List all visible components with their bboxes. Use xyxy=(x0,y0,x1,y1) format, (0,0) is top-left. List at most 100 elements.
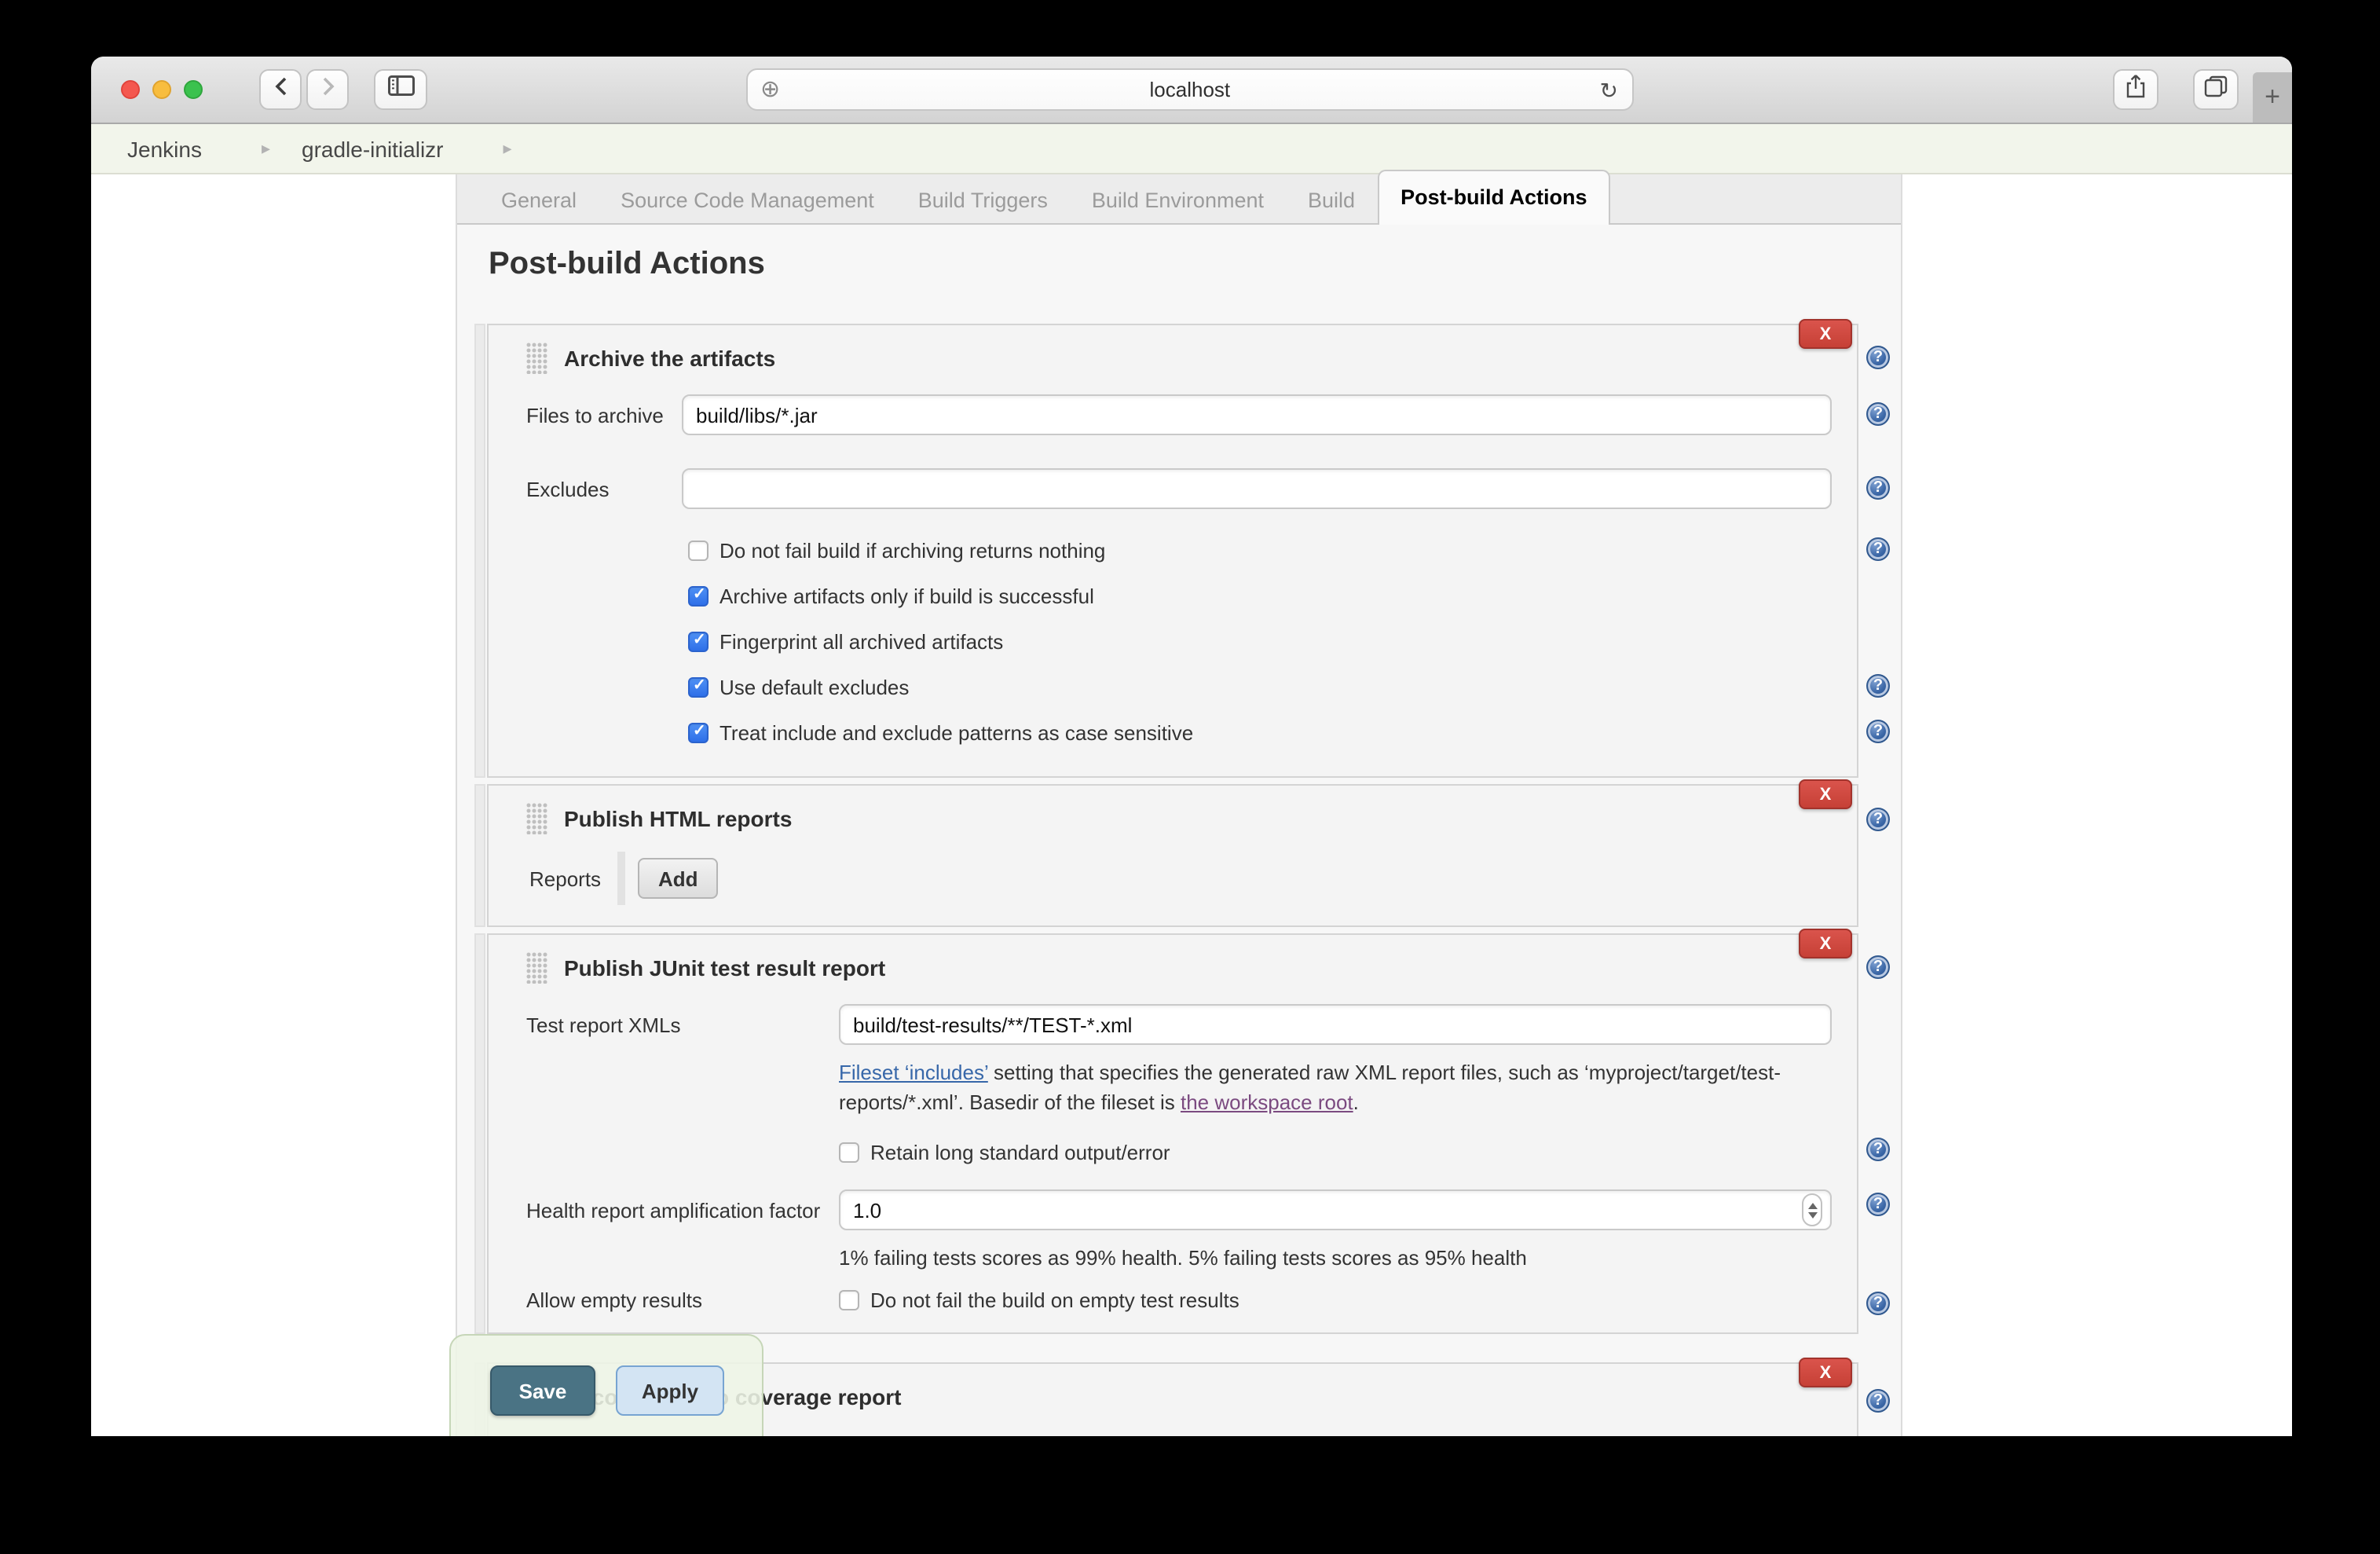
help-icon[interactable]: ? xyxy=(1866,402,1890,426)
config-tabs: General Source Code Management Build Tri… xyxy=(457,174,1901,225)
retain-long-output-checkbox[interactable] xyxy=(839,1142,859,1162)
help-icon[interactable]: ? xyxy=(1866,346,1890,369)
fingerprint-artifacts-checkbox[interactable] xyxy=(688,632,709,652)
fileset-includes-link[interactable]: Fileset ‘includes’ xyxy=(839,1061,988,1084)
checkbox-row: Do not fail build if archiving returns n… xyxy=(688,528,1832,574)
files-to-archive-input[interactable]: build/libs/*.jar xyxy=(682,394,1832,435)
share-icon xyxy=(2126,73,2146,106)
do-not-fail-build-checkbox[interactable] xyxy=(688,541,709,561)
add-report-button[interactable]: Add xyxy=(638,858,719,899)
test-report-xmls-label: Test report XMLs xyxy=(526,1013,839,1036)
help-icon[interactable]: ? xyxy=(1866,674,1890,698)
tab-post-build-actions[interactable]: Post-build Actions xyxy=(1377,170,1611,225)
config-panel: General Source Code Management Build Tri… xyxy=(456,174,1902,1436)
drag-stripe[interactable] xyxy=(474,324,485,778)
help-icon[interactable]: ? xyxy=(1866,1193,1890,1216)
help-icon[interactable]: ? xyxy=(1866,476,1890,500)
plus-icon: + xyxy=(2265,82,2280,113)
drag-handle-icon[interactable] xyxy=(526,343,548,374)
remove-junit-section-button[interactable]: X xyxy=(1799,929,1852,958)
new-tab-button[interactable]: + xyxy=(2253,72,2292,123)
nav-buttons xyxy=(259,69,427,110)
page-title: Post-build Actions xyxy=(489,247,1901,283)
section-publish-html-reports: X Publish HTML reports Reports Add xyxy=(474,784,1888,927)
tab-build-triggers[interactable]: Build Triggers xyxy=(896,178,1070,223)
tabs-overview-icon xyxy=(2204,75,2228,104)
save-button[interactable]: Save xyxy=(490,1365,595,1416)
fileset-help-text: Fileset ‘includes’ setting that specifie… xyxy=(839,1057,1852,1117)
health-factor-input[interactable]: 1.0 xyxy=(839,1189,1832,1230)
workspace-root-link[interactable]: the workspace root xyxy=(1181,1090,1353,1114)
address-bar[interactable]: ⊕ localhost ↻ xyxy=(746,68,1634,111)
apply-button[interactable]: Apply xyxy=(616,1365,724,1416)
section-title: Publish JUnit test result report xyxy=(564,955,885,980)
show-tabs-button[interactable] xyxy=(2193,69,2239,110)
reports-label: Reports xyxy=(529,867,617,890)
help-icon[interactable]: ? xyxy=(1866,1138,1890,1161)
back-icon xyxy=(274,75,287,104)
checkbox-row: Use default excludes xyxy=(688,665,1832,710)
drag-handle-icon[interactable] xyxy=(526,952,548,984)
forward-button[interactable] xyxy=(306,69,349,110)
url-text: localhost xyxy=(780,78,1599,101)
tab-general[interactable]: General xyxy=(479,178,599,223)
section-title: Publish HTML reports xyxy=(564,806,792,831)
checkbox-row: Fingerprint all archived artifacts xyxy=(688,619,1832,665)
help-icon[interactable]: ? xyxy=(1866,720,1890,743)
breadcrumb-jenkins[interactable]: Jenkins xyxy=(127,136,202,161)
excludes-input[interactable] xyxy=(682,468,1832,509)
post-build-sections: X Archive the artifacts Files to archive… xyxy=(474,324,1901,1436)
sidebar-toggle-button[interactable] xyxy=(374,69,427,110)
save-apply-overlay: Save Apply xyxy=(449,1334,763,1436)
breadcrumb-job[interactable]: gradle-initializr xyxy=(302,136,444,161)
excludes-label: Excludes xyxy=(526,477,682,500)
titlebar-right-buttons: + xyxy=(2113,57,2292,123)
breadcrumb: Jenkins ▸ gradle-initializr ▸ xyxy=(91,124,2292,174)
browser-window: ⊕ localhost ↻ + Jenkins ▸ gradle-initial… xyxy=(91,57,2292,1436)
close-window-button[interactable] xyxy=(121,80,140,99)
browser-titlebar: ⊕ localhost ↻ + xyxy=(91,57,2292,124)
share-button[interactable] xyxy=(2113,69,2158,110)
help-icon[interactable]: ? xyxy=(1866,1292,1890,1315)
reader-icon[interactable]: ⊕ xyxy=(760,78,780,101)
do-not-fail-on-empty-checkbox[interactable] xyxy=(839,1290,859,1310)
case-sensitive-patterns-checkbox[interactable] xyxy=(688,723,709,743)
stepper-down-icon xyxy=(1807,1211,1817,1218)
stepper-up-icon xyxy=(1807,1202,1817,1208)
drag-stripe[interactable] xyxy=(474,933,485,1334)
back-button[interactable] xyxy=(259,69,302,110)
help-icon[interactable]: ? xyxy=(1866,955,1890,979)
drag-handle-icon[interactable] xyxy=(526,803,548,834)
chevron-right-icon: ▸ xyxy=(262,138,270,159)
health-factor-note: 1% failing tests scores as 99% health. 5… xyxy=(839,1246,1832,1270)
zoom-window-button[interactable] xyxy=(184,80,203,99)
checkbox-row: Archive artifacts only if build is succe… xyxy=(688,574,1832,619)
tab-build[interactable]: Build xyxy=(1286,178,1377,223)
section-title: Archive the artifacts xyxy=(564,346,775,371)
checkbox-row: Treat include and exclude patterns as ca… xyxy=(688,710,1832,756)
archive-only-if-successful-checkbox[interactable] xyxy=(688,586,709,607)
sidebar-icon xyxy=(387,75,414,104)
chevron-right-icon: ▸ xyxy=(503,138,512,159)
refresh-icon[interactable]: ↻ xyxy=(1600,79,1618,101)
minimize-window-button[interactable] xyxy=(152,80,171,99)
tab-source-code-management[interactable]: Source Code Management xyxy=(599,178,896,223)
number-stepper[interactable] xyxy=(1802,1193,1822,1226)
tab-build-environment[interactable]: Build Environment xyxy=(1070,178,1286,223)
remove-coverage-section-button[interactable]: X xyxy=(1799,1358,1852,1387)
screen: ⊕ localhost ↻ + Jenkins ▸ gradle-initial… xyxy=(0,0,2380,1554)
window-controls xyxy=(121,80,203,99)
drag-stripe[interactable] xyxy=(474,784,485,927)
section-archive-artifacts: X Archive the artifacts Files to archive… xyxy=(474,324,1888,778)
files-to-archive-label: Files to archive xyxy=(526,403,682,427)
remove-html-reports-section-button[interactable]: X xyxy=(1799,779,1852,809)
forward-icon xyxy=(321,75,334,104)
health-factor-label: Health report amplification factor xyxy=(526,1198,839,1222)
use-default-excludes-checkbox[interactable] xyxy=(688,677,709,698)
section-publish-junit-report: X Publish JUnit test result report Test … xyxy=(474,933,1888,1334)
help-icon[interactable]: ? xyxy=(1866,537,1890,561)
help-icon[interactable]: ? xyxy=(1866,808,1890,831)
remove-archive-section-button[interactable]: X xyxy=(1799,319,1852,349)
test-report-xmls-input[interactable]: build/test-results/**/TEST-*.xml xyxy=(839,1004,1832,1045)
help-icon[interactable]: ? xyxy=(1866,1389,1890,1413)
